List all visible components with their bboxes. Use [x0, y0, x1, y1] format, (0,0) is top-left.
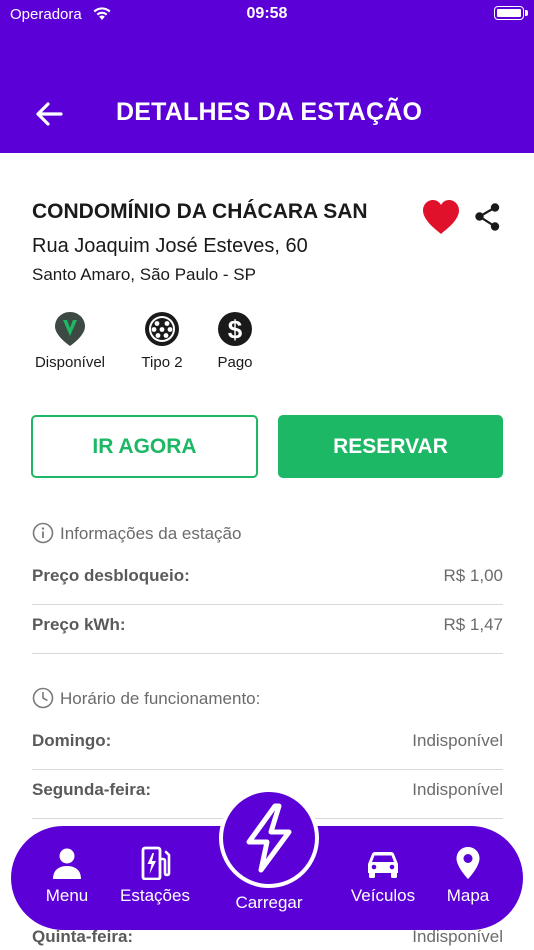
station-address: Rua Joaquim José Esteves, 60 [32, 235, 308, 257]
price-unlock-row: Preço desbloqueio: R$ 1,00 [32, 556, 503, 605]
nav-label: Mapa [446, 886, 490, 905]
nav-charge-label: Carregar [235, 893, 303, 912]
nav-label: Estações [120, 886, 190, 905]
price-kwh-row: Preço kWh: R$ 1,47 [32, 605, 503, 654]
nav-label: Veículos [350, 886, 416, 905]
feature-connector: Tipo 2 [132, 310, 192, 371]
day-value: Indisponível [412, 780, 503, 799]
nav-menu[interactable]: Menu [39, 846, 95, 906]
hours-header: Horário de funcionamento: [32, 687, 260, 709]
charging-station-icon [141, 846, 171, 880]
price-kwh-label: Preço kWh: [32, 615, 126, 634]
charge-button[interactable] [219, 788, 319, 888]
hours-row-sunday: Domingo: Indisponível [32, 721, 503, 770]
nav-map[interactable]: Mapa [441, 846, 495, 906]
favorite-button[interactable] [420, 197, 462, 237]
go-now-button[interactable]: IR AGORA [31, 415, 258, 478]
share-button[interactable] [472, 201, 504, 233]
station-info-header: Informações da estação [32, 522, 241, 544]
feature-availability: Disponível [32, 310, 108, 371]
arrow-left-icon [36, 102, 63, 126]
page-title: DETALHES DA ESTAÇÃO [116, 98, 423, 126]
hours-title: Horário de funcionamento: [60, 689, 261, 708]
feature-payment: $ Pago [212, 310, 258, 371]
nav-label: Menu [45, 886, 89, 905]
heart-icon [423, 200, 459, 234]
station-name: CONDOMÍNIO DA CHÁCARA SAN [32, 200, 368, 223]
price-kwh-value: R$ 1,47 [443, 615, 503, 634]
feature-label: Disponível [34, 354, 106, 371]
share-icon [475, 203, 500, 231]
dollar-icon: $ [218, 312, 252, 346]
clock-icon [32, 687, 54, 709]
person-icon [53, 848, 81, 879]
app-header: Operadora 09:58 DETALHES DA ESTAÇÃO [0, 0, 534, 153]
battery-icon [494, 6, 528, 20]
price-unlock-value: R$ 1,00 [443, 566, 503, 585]
bolt-icon [246, 803, 292, 873]
back-button[interactable] [30, 95, 68, 133]
station-city: Santo Amaro, São Paulo - SP [32, 265, 256, 284]
station-info-title: Informações da estação [60, 524, 242, 543]
feature-label: Pago [217, 354, 253, 371]
status-bar: Operadora 09:58 [0, 0, 534, 30]
day-value: Indisponível [412, 927, 503, 946]
reserve-button[interactable]: RESERVAR [278, 415, 503, 478]
type2-connector-icon [145, 312, 179, 346]
day-label: Quinta-feira: [32, 927, 134, 946]
price-unlock-label: Preço desbloqueio: [32, 566, 190, 585]
svg-text:$: $ [228, 315, 243, 345]
info-icon [32, 522, 54, 544]
day-value: Indisponível [412, 731, 503, 750]
feature-label: Tipo 2 [141, 354, 183, 371]
day-label: Domingo: [32, 731, 112, 750]
day-label: Segunda-feira: [32, 780, 152, 799]
available-pin-icon [55, 312, 85, 346]
car-icon [368, 852, 398, 878]
clock: 09:58 [246, 5, 288, 22]
nav-stations[interactable]: Estações [113, 846, 197, 906]
map-pin-icon [456, 847, 480, 879]
nav-vehicles[interactable]: Veículos [343, 846, 423, 906]
